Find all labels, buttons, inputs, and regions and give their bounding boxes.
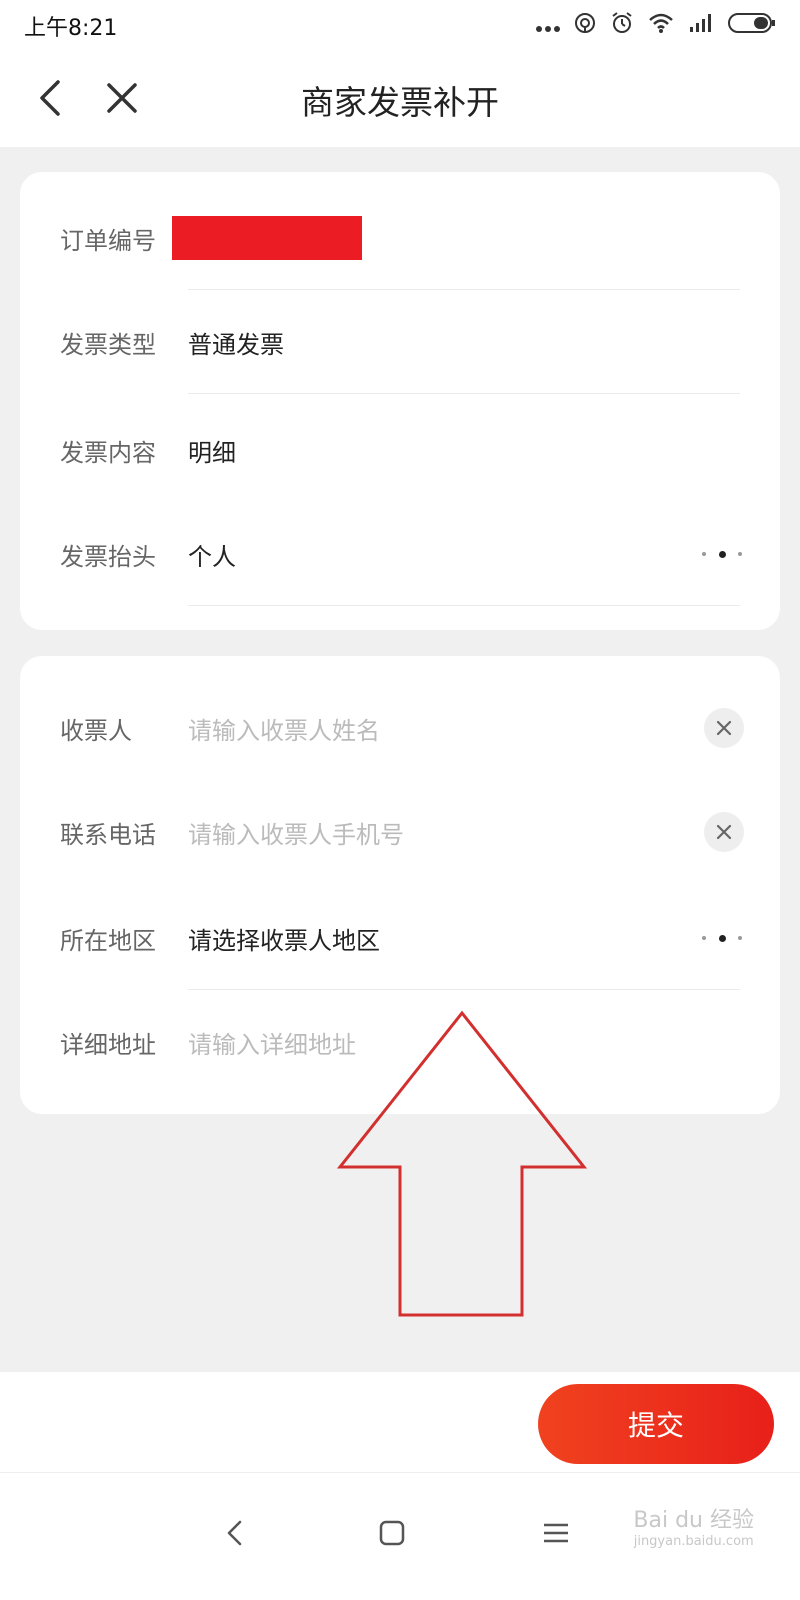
order-number-label: 订单编号 bbox=[60, 226, 156, 255]
home-icon bbox=[379, 1520, 405, 1546]
navigation-bar: 商家发票补开 bbox=[0, 52, 800, 147]
invoice-info-card: 订单编号 发票类型 普通发票 发票内容 明细 发票抬头 个人 bbox=[20, 172, 780, 630]
phone-label: 联系电话 bbox=[60, 820, 156, 849]
invoice-title-row[interactable]: 发票抬头 个人 bbox=[20, 502, 780, 606]
close-icon bbox=[106, 82, 138, 118]
invoice-content-label: 发票内容 bbox=[60, 438, 156, 467]
invoice-type-value: 普通发票 bbox=[188, 330, 284, 359]
watermark-main: Bai du 经验 bbox=[633, 1508, 754, 1533]
region-row[interactable]: 所在地区 请选择收票人地区 bbox=[20, 886, 780, 990]
status-bar: 上午8:21 bbox=[0, 0, 800, 52]
submit-button[interactable]: 提交 bbox=[538, 1384, 774, 1464]
phone-input[interactable]: 请输入收票人手机号 bbox=[188, 815, 404, 850]
invoice-title-label: 发票抬头 bbox=[60, 542, 156, 571]
alarm-icon bbox=[610, 11, 634, 41]
system-menu-button[interactable] bbox=[526, 1503, 586, 1563]
divider bbox=[188, 393, 740, 394]
invoice-content-row: 发票内容 明细 bbox=[20, 398, 780, 502]
status-icons bbox=[536, 11, 776, 41]
annotation-arrow bbox=[336, 1010, 588, 1317]
more-dots-icon bbox=[536, 14, 560, 39]
invoice-content-value: 明细 bbox=[188, 438, 236, 467]
back-icon bbox=[227, 1520, 242, 1546]
recipient-name-row: 收票人 请输入收票人姓名 bbox=[20, 676, 780, 780]
close-button[interactable] bbox=[82, 52, 162, 147]
recipient-name-input[interactable]: 请输入收票人姓名 bbox=[188, 711, 380, 746]
invoice-type-row: 发票类型 普通发票 bbox=[20, 290, 780, 394]
system-back-button[interactable] bbox=[204, 1503, 264, 1563]
hotspot-icon bbox=[574, 12, 596, 40]
recipient-name-label: 收票人 bbox=[60, 716, 132, 745]
back-button[interactable] bbox=[10, 52, 90, 147]
order-number-redacted bbox=[172, 216, 362, 260]
menu-icon bbox=[544, 1523, 568, 1543]
watermark: Bai du 经验 jingyan.baidu.com bbox=[633, 1508, 754, 1550]
status-time: 上午8:21 bbox=[24, 16, 118, 41]
region-label: 所在地区 bbox=[60, 926, 156, 955]
region-select[interactable]: 请选择收票人地区 bbox=[188, 921, 380, 956]
watermark-sub: jingyan.baidu.com bbox=[633, 1534, 754, 1550]
more-options-icon[interactable] bbox=[702, 544, 742, 564]
phone-row: 联系电话 请输入收票人手机号 bbox=[20, 780, 780, 884]
address-label: 详细地址 bbox=[60, 1030, 156, 1059]
invoice-type-label: 发票类型 bbox=[60, 330, 156, 359]
clear-button[interactable] bbox=[704, 812, 744, 852]
action-bar: 提交 bbox=[0, 1372, 800, 1472]
invoice-title-value: 个人 bbox=[188, 542, 236, 571]
battery-icon bbox=[728, 13, 776, 39]
back-icon bbox=[38, 79, 62, 121]
clear-button[interactable] bbox=[704, 708, 744, 748]
signal-icon bbox=[688, 13, 714, 39]
more-options-icon[interactable] bbox=[702, 928, 742, 948]
system-home-button[interactable] bbox=[362, 1503, 422, 1563]
order-number-row: 订单编号 bbox=[20, 186, 780, 290]
close-icon bbox=[716, 824, 732, 840]
divider bbox=[188, 605, 740, 606]
wifi-icon bbox=[648, 12, 674, 40]
close-icon bbox=[716, 720, 732, 736]
